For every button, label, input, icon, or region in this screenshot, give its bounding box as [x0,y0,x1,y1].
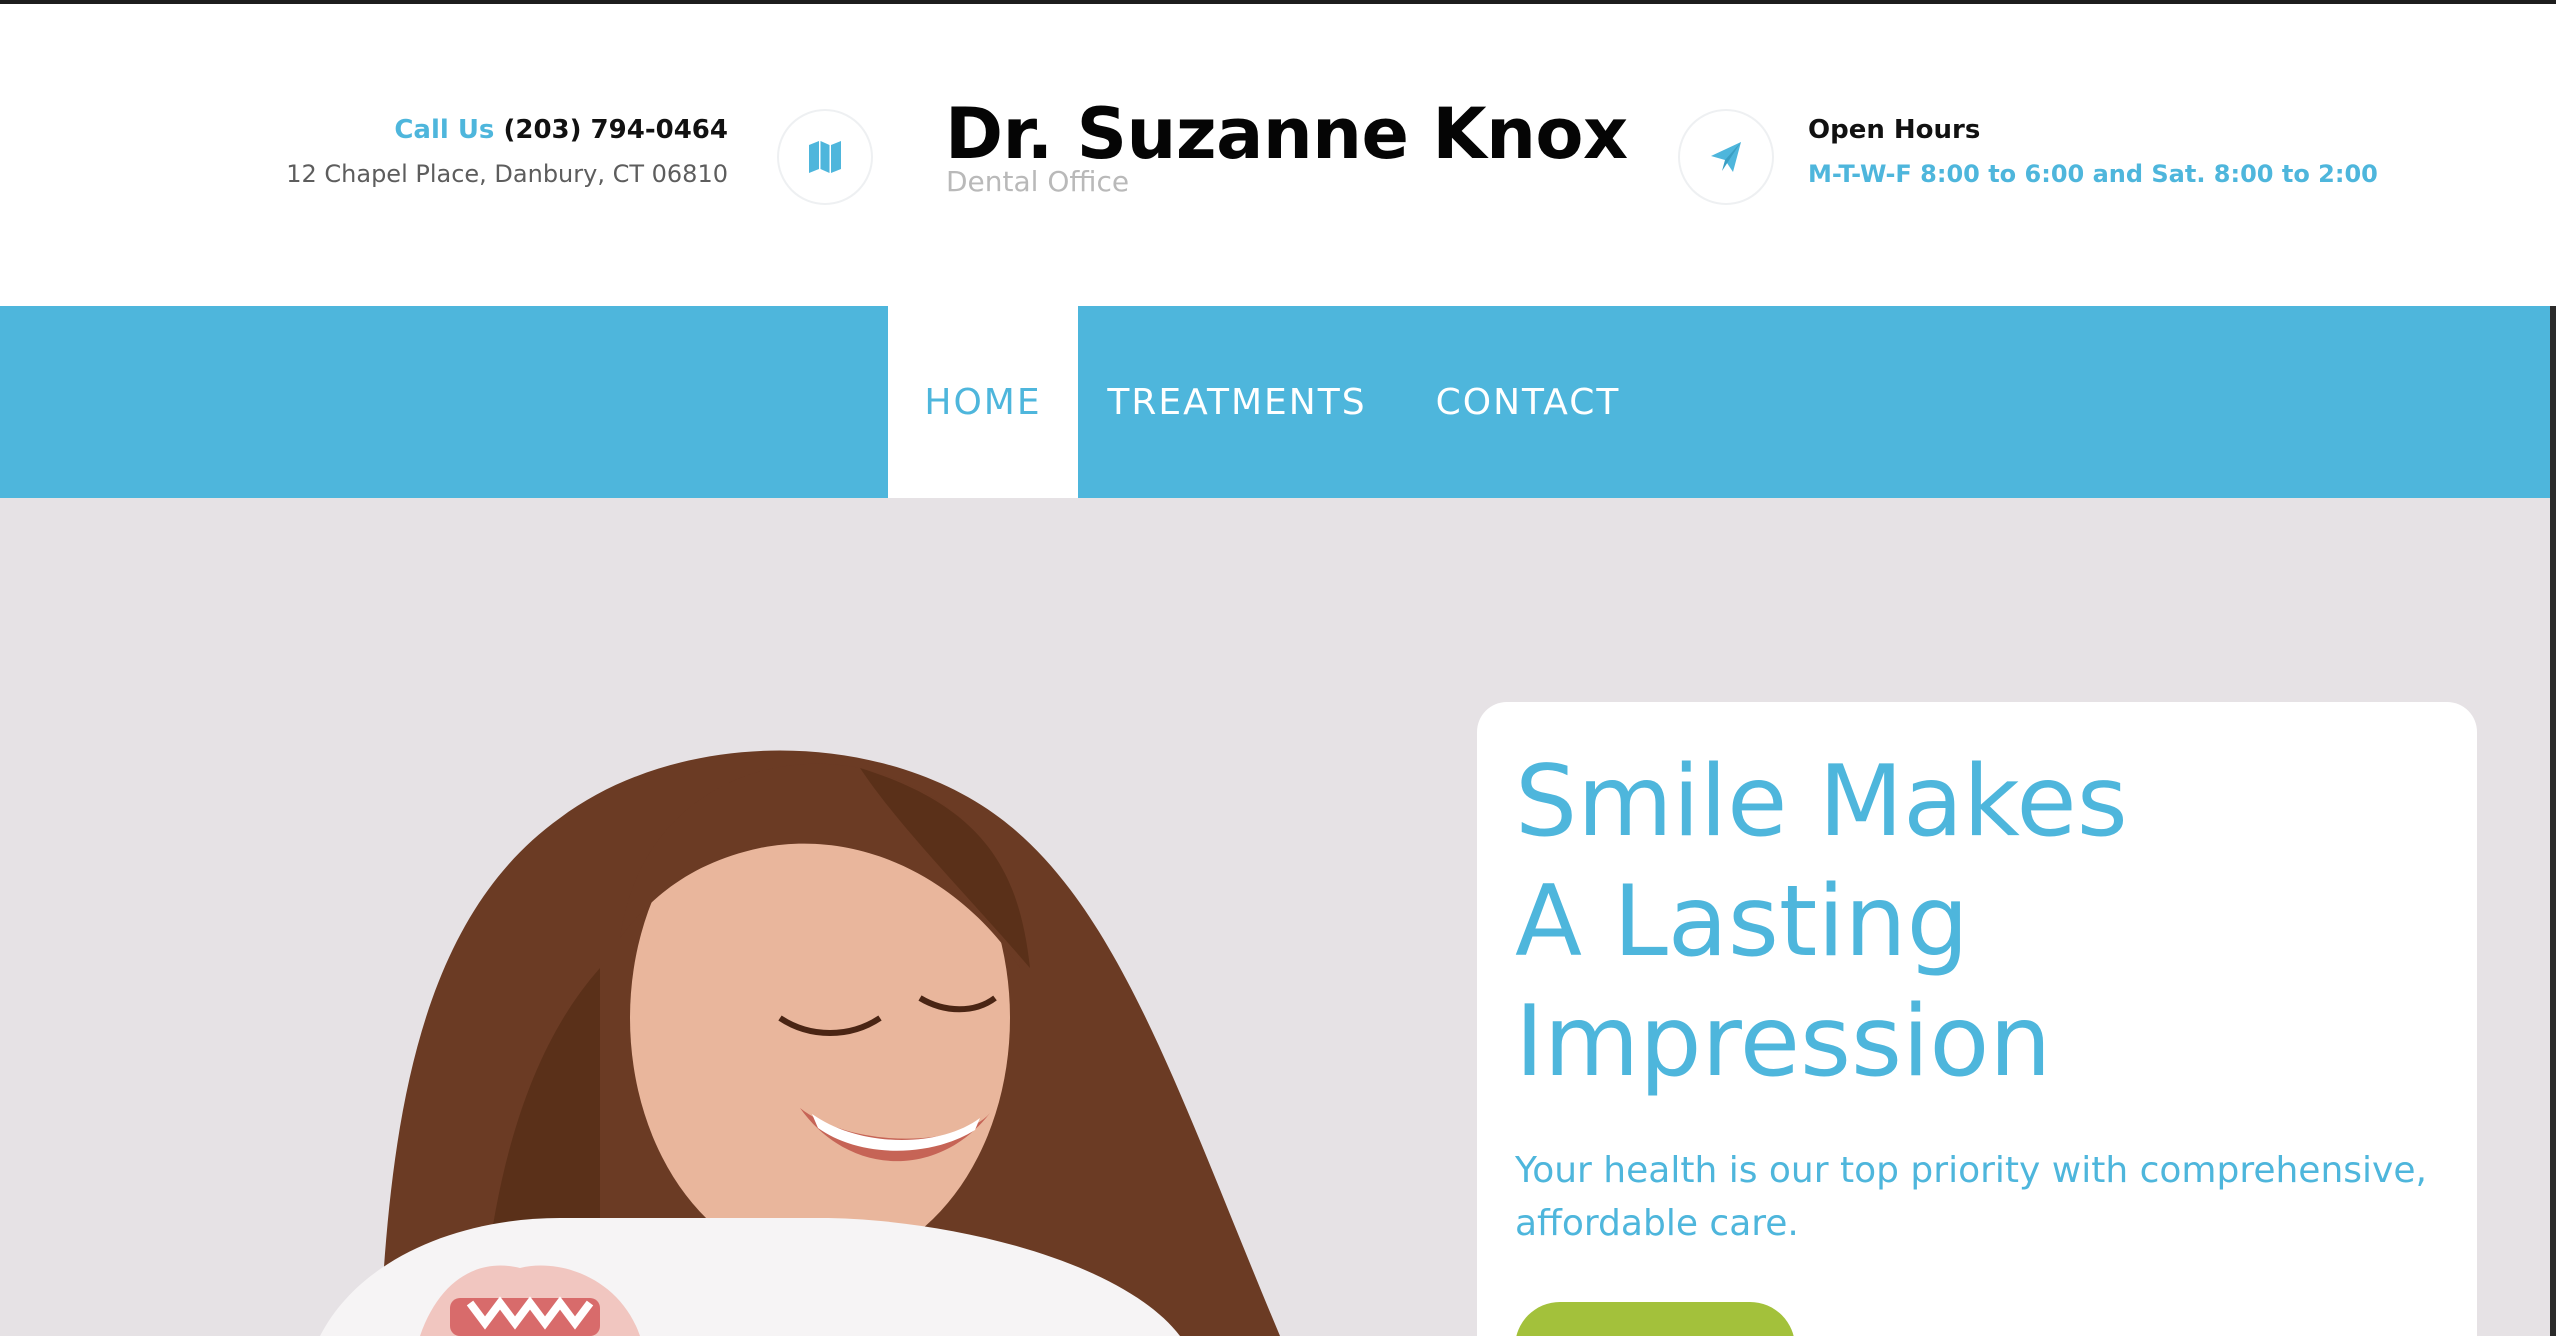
map-icon [809,141,841,173]
hours-text: M-T-W-F 8:00 to 6:00 and Sat. 8:00 to 2:… [1808,160,2378,188]
brand-subtitle: Dental Office [946,165,1130,198]
hero-title-line: Smile Makes [1515,745,2128,859]
hero-section: Smile Makes A Lasting Impression Your he… [0,498,2556,1336]
address: 12 Chapel Place, Danbury, CT 06810 [286,160,728,188]
map-icon-circle[interactable] [777,109,873,205]
hours-title: Open Hours [1808,115,1981,145]
hero-cta-button[interactable] [1515,1302,1795,1336]
paper-plane-icon-circle[interactable] [1678,109,1774,205]
site-header: Call Us (203) 794-0464 12 Chapel Place, … [0,4,2556,306]
hero-photo [320,750,1280,1336]
nav-contact[interactable]: CONTACT [1418,306,1638,498]
open-hours: Open Hours M-T-W-F 8:00 to 6:00 and Sat.… [1808,113,2378,191]
main-nav: HOME TREATMENTS CONTACT [0,306,2556,498]
hero-title-line: A Lasting [1515,865,1969,979]
hero-card: Smile Makes A Lasting Impression Your he… [1477,702,2477,1336]
contact-info: Call Us (203) 794-0464 12 Chapel Place, … [286,113,728,191]
paper-plane-icon [1711,142,1741,172]
hero-title-line: Impression [1515,985,2052,1099]
hero-subtitle: Your health is our top priority with com… [1515,1150,2427,1244]
hero-title: Smile Makes A Lasting Impression [1515,742,2415,1102]
nav-treatments[interactable]: TREATMENTS [1107,306,1366,498]
call-us-label: Call Us [394,115,495,145]
nav-home[interactable]: HOME [888,306,1078,498]
window-edge [2550,306,2556,1336]
phone-number[interactable]: (203) 794-0464 [503,115,728,145]
call-us-line: Call Us (203) 794-0464 [286,113,728,147]
